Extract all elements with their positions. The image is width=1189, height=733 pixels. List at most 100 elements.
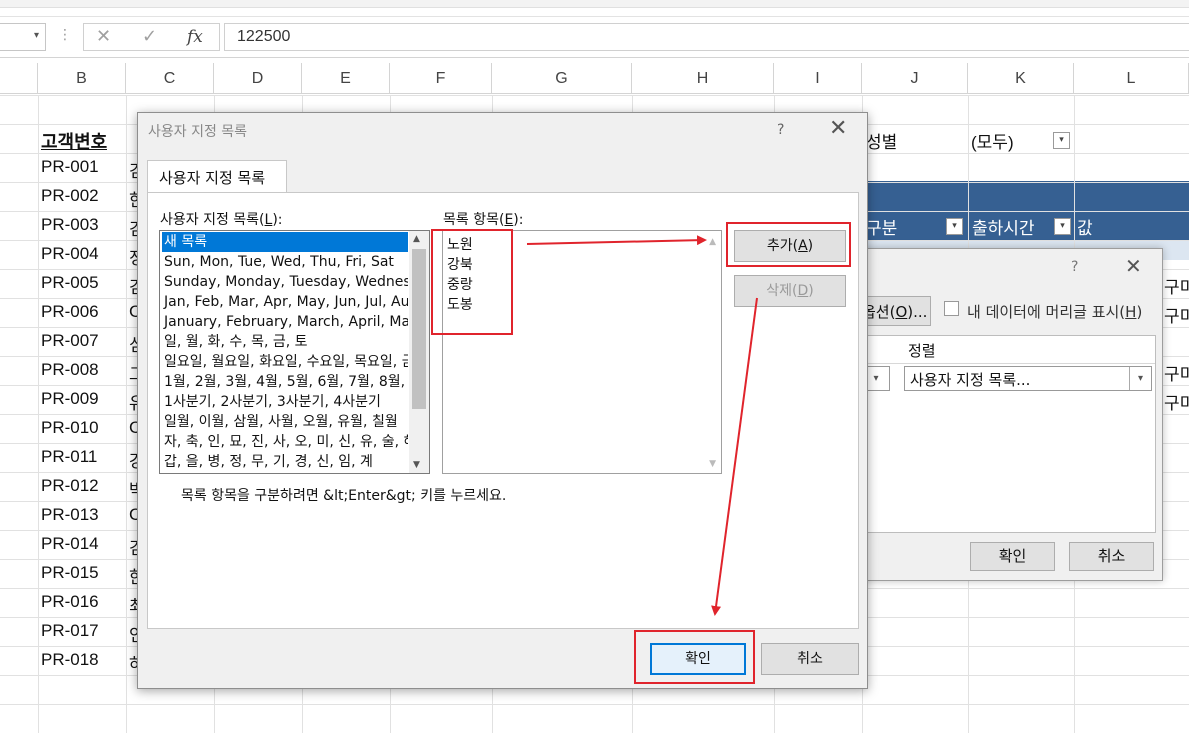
list-item[interactable]: January, February, March, April, May, Ju… — [162, 312, 408, 332]
sort-dialog: ? ✕ 옵션(O)... 내 데이터에 머리글 표시(H) 정렬 ▾ 사용자 지… — [852, 248, 1163, 581]
column-header-K[interactable]: K — [968, 63, 1074, 94]
pivot-filter-value[interactable]: (모두) — [971, 128, 1014, 153]
pivot-filter-field: 성별 — [866, 133, 898, 152]
list-item[interactable]: 1사분기, 2사분기, 3사분기, 4사분기 — [162, 392, 408, 412]
pivot-value-cell[interactable]: 구미 — [1164, 360, 1189, 385]
pivot-value-cell[interactable]: 구미 — [1164, 302, 1189, 327]
header-checkbox-label: 내 데이터에 머리글 표시(H) — [967, 303, 1143, 321]
scroll-up-icon: ▲ — [709, 237, 716, 247]
list-item[interactable]: Jan, Feb, Mar, Apr, May, Jun, Jul, Aug, … — [162, 292, 408, 312]
list-entries-label: 목록 항목(E): — [443, 212, 524, 228]
column-header-J[interactable]: J — [862, 63, 968, 94]
pivot-col-time: 출하시간 — [972, 219, 1035, 238]
customer-id-cell[interactable]: PR-004 — [41, 244, 99, 264]
customer-id-cell[interactable]: PR-012 — [41, 476, 99, 496]
insert-function-icon[interactable]: fx — [187, 27, 203, 47]
customer-id-header: 고객변호 — [41, 132, 108, 152]
pivot-value-cell[interactable]: 구미 — [1164, 273, 1189, 298]
customer-id-cell[interactable]: PR-015 — [41, 563, 99, 583]
custom-lists-label: 사용자 지정 목록(L): — [160, 212, 283, 228]
chevron-down-icon[interactable]: ▾ — [1129, 367, 1151, 390]
sort-order-dropdown[interactable]: 사용자 지정 목록... ▾ — [904, 366, 1152, 391]
pivot-col-division: 구분 — [866, 219, 898, 238]
sort-grid-header: 정렬 — [854, 336, 1155, 364]
close-icon[interactable]: ✕ — [829, 116, 847, 141]
scroll-down-icon[interactable]: ▼ — [413, 460, 420, 470]
scroll-up-icon[interactable]: ▲ — [413, 234, 420, 244]
annotation-entries-box — [431, 229, 513, 335]
list-item[interactable]: Sun, Mon, Tue, Wed, Thu, Fri, Sat — [162, 252, 408, 272]
grid-row-line — [0, 95, 1189, 96]
sort-cancel-button[interactable]: 취소 — [1069, 542, 1154, 571]
column-headers: BCDEFGHIJKL — [0, 63, 1189, 94]
list-item[interactable]: Sunday, Monday, Tuesday, Wednesday, Thur… — [162, 272, 408, 292]
tab-custom-lists[interactable]: 사용자 지정 목록 — [147, 160, 287, 193]
custom-lists-listbox[interactable]: ▲ ▼ 새 목록 Sun, Mon, Tue, Wed, Thu, Fri, Sa… — [159, 230, 430, 474]
help-icon[interactable]: ? — [1071, 259, 1078, 275]
customer-id-cell[interactable]: PR-013 — [41, 505, 99, 525]
customer-id-cell[interactable]: PR-003 — [41, 215, 99, 235]
list-item[interactable]: 1월, 2월, 3월, 4월, 5월, 6월, 7월, 8월, 9월, 10월 — [162, 372, 408, 392]
division-filter-icon[interactable]: ▾ — [946, 218, 963, 235]
formula-input[interactable]: 122500 — [224, 23, 1189, 51]
list-item[interactable]: 일월, 이월, 삼월, 사월, 오월, 유월, 칠월 — [162, 412, 408, 432]
sort-level-grid: 정렬 ▾ 사용자 지정 목록... ▾ — [853, 335, 1156, 533]
customer-id-cell[interactable]: PR-007 — [41, 331, 99, 351]
name-box[interactable]: ▾ — [0, 23, 46, 51]
close-icon[interactable]: ✕ — [1125, 254, 1142, 278]
enter-icon[interactable]: ✓ — [142, 26, 157, 47]
list-item-new-list[interactable]: 새 목록 — [162, 232, 408, 252]
customer-id-cell[interactable]: PR-016 — [41, 592, 99, 612]
scroll-thumb[interactable] — [412, 249, 426, 409]
more-icon: ⋮ — [58, 27, 72, 43]
column-header-C[interactable]: C — [126, 63, 214, 94]
chevron-down-icon[interactable]: ▾ — [34, 30, 39, 41]
column-header-I[interactable]: I — [774, 63, 862, 94]
sort-ok-button[interactable]: 확인 — [970, 542, 1055, 571]
column-header-E[interactable]: E — [302, 63, 390, 94]
dialog-title: 사용자 지정 목록 — [148, 124, 248, 140]
cancel-icon[interactable]: ✕ — [96, 26, 111, 47]
customer-id-cell[interactable]: PR-010 — [41, 418, 99, 438]
customer-id-cell[interactable]: PR-017 — [41, 621, 99, 641]
help-icon[interactable]: ? — [777, 122, 784, 138]
delete-button[interactable]: 삭제(D) — [734, 275, 846, 307]
customer-id-cell[interactable]: PR-001 — [41, 157, 99, 177]
scroll-down-icon: ▼ — [709, 459, 716, 469]
customer-id-cell[interactable]: PR-014 — [41, 534, 99, 554]
select-all-corner — [0, 63, 38, 94]
custom-lists-dialog: 사용자 지정 목록 ? ✕ 사용자 지정 목록 사용자 지정 목록(L): 목록… — [137, 112, 868, 689]
column-header-B[interactable]: B — [38, 63, 126, 94]
cancel-button[interactable]: 취소 — [761, 643, 859, 675]
sort-order-column-label: 정렬 — [908, 342, 936, 360]
list-item[interactable]: 일요일, 월요일, 화요일, 수요일, 목요일, 금요일, 토요일 — [162, 352, 408, 372]
list-item[interactable]: 일, 월, 화, 수, 목, 금, 토 — [162, 332, 408, 352]
list-item[interactable]: 자, 축, 인, 묘, 진, 사, 오, 미, 신, 유, 술, 해 — [162, 432, 408, 452]
pivot-value-cell[interactable]: 구미 — [1164, 389, 1189, 414]
annotation-ok-box — [634, 630, 755, 684]
formula-bar: ▾ ⋮ ✕ ✓ fx 122500 — [0, 16, 1189, 58]
customer-id-cell[interactable]: PR-018 — [41, 650, 99, 670]
customer-id-cell[interactable]: PR-009 — [41, 389, 99, 409]
column-header-D[interactable]: D — [214, 63, 302, 94]
column-header-H[interactable]: H — [632, 63, 774, 94]
column-header-L[interactable]: L — [1074, 63, 1189, 94]
filter-dropdown-icon[interactable]: ▾ — [1053, 132, 1070, 149]
pivot-col-value: 값 — [1077, 219, 1093, 238]
customer-id-cell[interactable]: PR-008 — [41, 360, 99, 380]
customer-id-cell[interactable]: PR-006 — [41, 302, 99, 322]
list-item[interactable]: 갑, 을, 병, 정, 무, 기, 경, 신, 임, 계 — [162, 452, 408, 472]
header-checkbox[interactable] — [944, 301, 959, 316]
formula-buttons: ✕ ✓ fx — [83, 23, 220, 51]
sort-order-value: 사용자 지정 목록... — [910, 371, 1031, 389]
time-filter-icon[interactable]: ▾ — [1054, 218, 1071, 235]
column-header-F[interactable]: F — [390, 63, 492, 94]
annotation-add-box — [726, 222, 851, 267]
customer-id-cell[interactable]: PR-005 — [41, 273, 99, 293]
customer-id-cell[interactable]: PR-002 — [41, 186, 99, 206]
grid-row-line — [0, 704, 1189, 705]
lists-scrollbar[interactable]: ▲ ▼ — [409, 231, 429, 473]
customer-id-cell[interactable]: PR-011 — [41, 447, 97, 467]
column-header-G[interactable]: G — [492, 63, 632, 94]
entries-hint: 목록 항목을 구분하려면 &lt;Enter&gt; 키를 누르세요. — [181, 488, 507, 504]
